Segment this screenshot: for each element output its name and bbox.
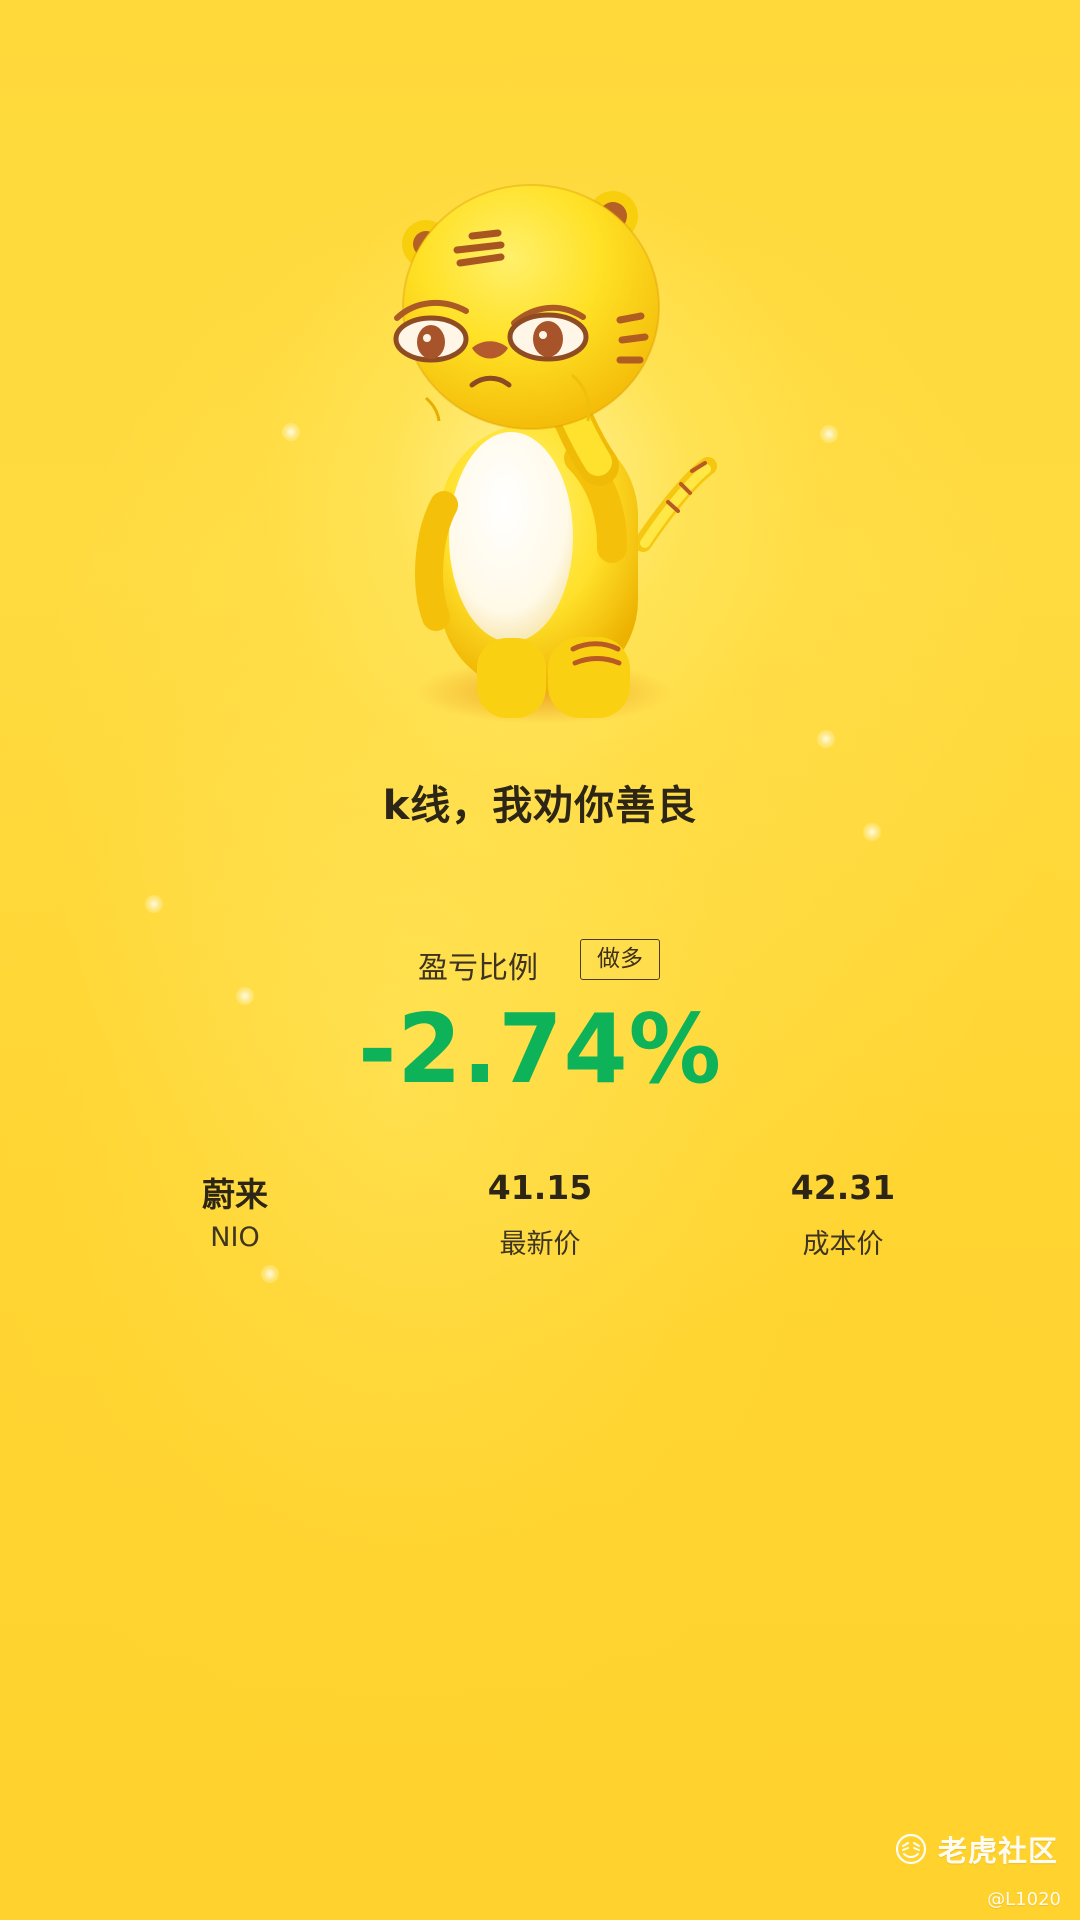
community-branding: 老虎社区 [894, 1829, 1058, 1869]
poster-headline: k线，我劝你善良 [382, 783, 698, 829]
tiger-logo-icon [895, 1833, 927, 1865]
cost-price-block: 42.31 成本价 [733, 1168, 953, 1261]
latest-price-label: 最新价 [499, 1229, 581, 1260]
share-poster: k线，我劝你善良 盈亏比例 做多 -2.74% 蔚来 NIO 41.15 最新价… [0, 0, 1080, 1920]
tiger-mascot-icon [390, 175, 740, 740]
tiger-mascot-graphic [393, 184, 717, 724]
stock-symbol: NIO [210, 1222, 260, 1253]
stock-name-block: 蔚来 NIO [125, 1168, 345, 1253]
profit-ratio-label: 盈亏比例 [418, 951, 538, 986]
position-direction-badge: 做多 [580, 939, 660, 980]
stock-name: 蔚来 [202, 1175, 268, 1214]
profit-ratio-value: -2.74% [358, 995, 722, 1105]
community-name: 老虎社区 [937, 1834, 1058, 1868]
cost-price-value: 42.31 [790, 1168, 896, 1207]
sparkle-decoration [820, 425, 838, 443]
latest-price-block: 41.15 最新价 [430, 1168, 650, 1261]
profit-ratio-row: 盈亏比例 做多 [0, 935, 1080, 995]
sparkle-decoration [282, 423, 300, 441]
sparkle-decoration [145, 895, 163, 913]
stock-stats: 蔚来 NIO 41.15 最新价 42.31 成本价 [0, 1168, 1080, 1288]
latest-price-value: 41.15 [487, 1168, 593, 1207]
cost-price-label: 成本价 [802, 1229, 884, 1260]
user-watermark: @L1020 [987, 1889, 1061, 1910]
sparkle-decoration [817, 730, 835, 748]
